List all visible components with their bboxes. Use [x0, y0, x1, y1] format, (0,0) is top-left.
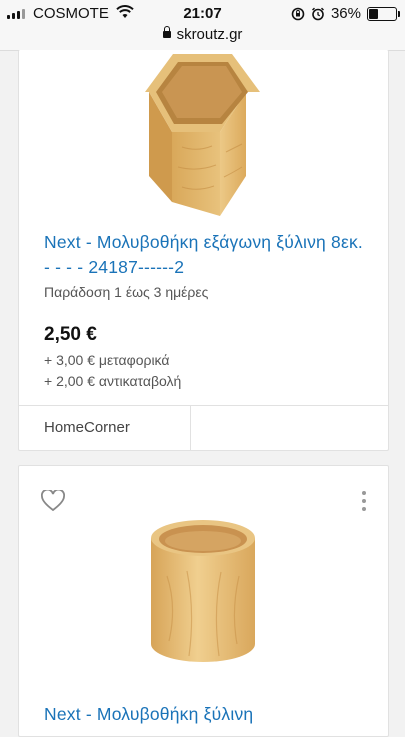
product-title[interactable]: Next - Μολυβοθήκη εξάγωνη ξύλινη 8εκ. - …	[44, 230, 374, 280]
heart-icon[interactable]	[41, 490, 65, 512]
delivery-info: Παράδοση 1 έως 3 ημέρες	[44, 284, 209, 300]
signal-icon	[7, 8, 25, 19]
rotation-lock-icon	[291, 7, 305, 20]
battery-icon	[367, 6, 400, 21]
url-text: skroutz.gr	[176, 26, 243, 43]
product-title[interactable]: Next - Μολυβοθήκη ξύλινη	[44, 702, 374, 727]
shop-name[interactable]: HomeCorner	[19, 406, 191, 450]
product-card[interactable]: Next - Μολυβοθήκη ξύλινη	[18, 465, 389, 737]
shop-row: HomeCorner	[19, 405, 388, 450]
hexagonal-pencil-holder-image[interactable]	[142, 52, 266, 218]
round-pencil-holder-image[interactable]	[147, 516, 259, 666]
shipping-cost: + 3,00 € μεταφορικά	[44, 352, 170, 368]
wifi-icon	[116, 5, 134, 18]
lock-icon	[162, 26, 171, 38]
cod-cost: + 2,00 € αντικαταβολή	[44, 373, 182, 389]
address-bar[interactable]: skroutz.gr	[0, 26, 405, 43]
status-bar: COSMOTE 21:07 36% skroutz.gr	[0, 0, 405, 51]
more-vertical-icon[interactable]	[362, 491, 366, 511]
product-card[interactable]: Next - Μολυβοθήκη εξάγωνη ξύλινη 8εκ. - …	[18, 50, 389, 451]
battery-percent: 36%	[330, 5, 361, 22]
product-price: 2,50 €	[44, 324, 97, 345]
alarm-icon	[311, 7, 324, 20]
carrier-name: COSMOTE	[33, 5, 109, 22]
